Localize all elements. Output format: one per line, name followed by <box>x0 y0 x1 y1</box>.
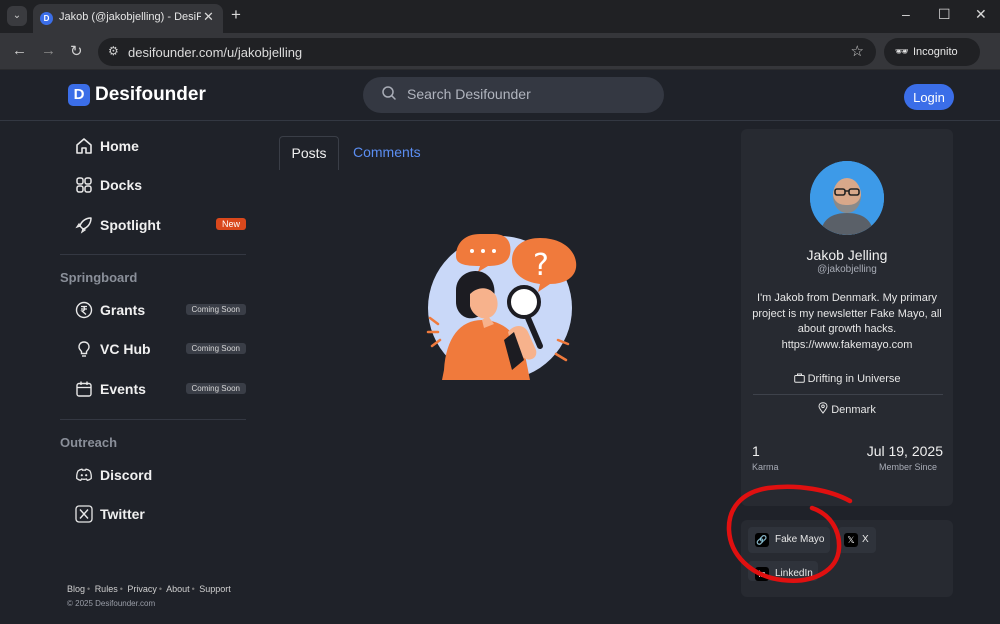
sidebar-item-events[interactable]: Events Coming Soon <box>75 378 250 402</box>
site-info-icon[interactable]: ⚙ <box>108 44 119 58</box>
link-label: LinkedIn <box>775 568 813 579</box>
coming-soon-badge: Coming Soon <box>185 343 246 354</box>
forward-icon[interactable]: → <box>41 42 56 59</box>
rupee-icon <box>75 301 93 319</box>
sidebar-item-label: Events <box>100 381 146 397</box>
url-text[interactable]: desifounder.com/u/jakobjelling <box>128 45 302 60</box>
sidebar-item-vc-hub[interactable]: VC Hub Coming Soon <box>75 338 250 362</box>
incognito-label: Incognito <box>913 46 958 58</box>
back-icon[interactable]: ← <box>12 42 27 59</box>
sidebar: Home Docks Spotlight New Springboard Gra… <box>60 121 250 624</box>
tab-close-icon[interactable]: ✕ <box>203 9 214 25</box>
link-label: Fake Mayo <box>775 534 825 545</box>
location-pin-icon <box>818 402 828 414</box>
login-button[interactable]: Login <box>904 84 954 110</box>
briefcase-icon <box>793 373 805 383</box>
footer-link-about[interactable]: About <box>166 584 190 594</box>
sidebar-item-docks[interactable]: Docks <box>75 174 250 198</box>
sidebar-item-spotlight[interactable]: Spotlight New <box>75 214 250 238</box>
copyright: © 2025 Desifounder.com <box>67 599 156 608</box>
reload-icon[interactable]: ↻ <box>70 42 83 60</box>
site-header: D Desifounder Login <box>0 70 1000 121</box>
footer-link-blog[interactable]: Blog <box>67 584 85 594</box>
new-badge: New <box>215 218 246 230</box>
browser-toolbar: ← → ↻ ⚙ desifounder.com/u/jakobjelling ☆… <box>0 33 1000 70</box>
sidebar-item-grants[interactable]: Grants Coming Soon <box>75 299 250 323</box>
member-since-value: Jul 19, 2025 <box>866 443 943 459</box>
link-chip-linkedin[interactable]: in LinkedIn <box>748 561 818 581</box>
karma-value: 1 <box>752 443 760 459</box>
sidebar-item-label: Grants <box>100 302 146 318</box>
new-tab-icon[interactable]: + <box>231 5 241 25</box>
empty-state-illustration: ? <box>426 234 577 380</box>
coming-soon-badge: Coming Soon <box>185 383 246 394</box>
section-title-outreach: Outreach <box>60 435 118 450</box>
link-chip-fake-mayo[interactable]: 🔗 Fake Mayo <box>748 527 830 553</box>
grid-icon <box>76 177 92 193</box>
browser-tab-bar: ⌄ D Jakob (@jakobjelling) - DesiFounder … <box>0 0 1000 33</box>
sidebar-item-twitter[interactable]: Twitter <box>75 503 250 527</box>
incognito-icon: 🕶 <box>895 46 909 58</box>
profile-name: Jakob Jelling <box>806 247 888 263</box>
discord-icon <box>76 468 92 482</box>
logo-icon[interactable]: D <box>68 84 90 106</box>
search-icon <box>382 86 396 100</box>
sidebar-item-discord[interactable]: Discord <box>75 464 250 488</box>
sidebar-divider <box>60 419 246 420</box>
profile-handle: @jakobjelling <box>817 264 877 275</box>
avatar <box>810 161 884 235</box>
member-since-label: Member Since <box>878 462 937 472</box>
tab-search-icon[interactable]: ⌄ <box>7 6 27 26</box>
profile-bio: I'm Jakob from Denmark. My primary proje… <box>752 292 942 351</box>
home-icon <box>76 138 92 154</box>
lightbulb-icon <box>78 341 90 357</box>
browser-tab[interactable]: D Jakob (@jakobjelling) - DesiFounder ✕ <box>33 4 223 33</box>
link-icon: 🔗 <box>755 533 769 547</box>
svg-text:?: ? <box>533 248 549 283</box>
sidebar-item-label: Spotlight <box>100 217 161 233</box>
profile-location: Denmark <box>741 402 953 416</box>
link-chip-x[interactable]: 𝕏 X <box>838 527 876 553</box>
card-divider <box>753 394 943 395</box>
sidebar-item-label: Twitter <box>100 506 145 522</box>
rocket-icon <box>75 217 92 234</box>
footer-links: Blog • Rules • Privacy • About • Support <box>67 584 231 594</box>
tab-title: Jakob (@jakobjelling) - DesiFounder <box>59 11 201 23</box>
maximize-icon[interactable]: ☐ <box>938 6 951 23</box>
tab-comments[interactable]: Comments <box>353 144 421 160</box>
profile-links-card: 🔗 Fake Mayo 𝕏 X in LinkedIn <box>741 520 953 597</box>
sidebar-item-label: Home <box>100 138 139 154</box>
sidebar-item-label: Docks <box>100 177 143 193</box>
link-label: X <box>862 534 869 545</box>
status-text: Drifting in Universe <box>807 373 901 385</box>
profile-status: Drifting in Universe <box>741 373 953 385</box>
address-bar[interactable]: ⚙ desifounder.com/u/jakobjelling ☆ <box>98 38 876 66</box>
minimize-icon[interactable]: – <box>902 6 910 22</box>
linkedin-icon: in <box>755 567 769 581</box>
bookmark-star-icon[interactable]: ☆ <box>851 42 864 60</box>
search-input[interactable] <box>407 86 647 102</box>
footer-link-rules[interactable]: Rules <box>95 584 118 594</box>
search-box[interactable] <box>363 77 664 113</box>
sidebar-item-home[interactable]: Home <box>75 135 250 159</box>
footer-link-support[interactable]: Support <box>199 584 231 594</box>
sidebar-item-label: VC Hub <box>100 341 151 357</box>
footer-link-privacy[interactable]: Privacy <box>127 584 157 594</box>
location-text: Denmark <box>831 404 876 416</box>
karma-label: Karma <box>752 462 779 472</box>
logo-text[interactable]: Desifounder <box>95 84 206 106</box>
favicon-icon: D <box>40 12 53 25</box>
profile-card: Jakob Jelling @jakobjelling I'm Jakob fr… <box>741 129 953 506</box>
window-close-icon[interactable]: ✕ <box>975 6 987 23</box>
calendar-icon <box>76 381 92 397</box>
x-icon: 𝕏 <box>844 533 858 547</box>
sidebar-divider <box>60 254 246 255</box>
incognito-indicator[interactable]: 🕶 Incognito <box>884 38 980 66</box>
coming-soon-badge: Coming Soon <box>185 304 246 315</box>
section-title-springboard: Springboard <box>60 270 138 285</box>
sidebar-item-label: Discord <box>100 467 153 483</box>
x-icon <box>75 505 93 523</box>
tab-posts[interactable]: Posts <box>279 136 339 170</box>
